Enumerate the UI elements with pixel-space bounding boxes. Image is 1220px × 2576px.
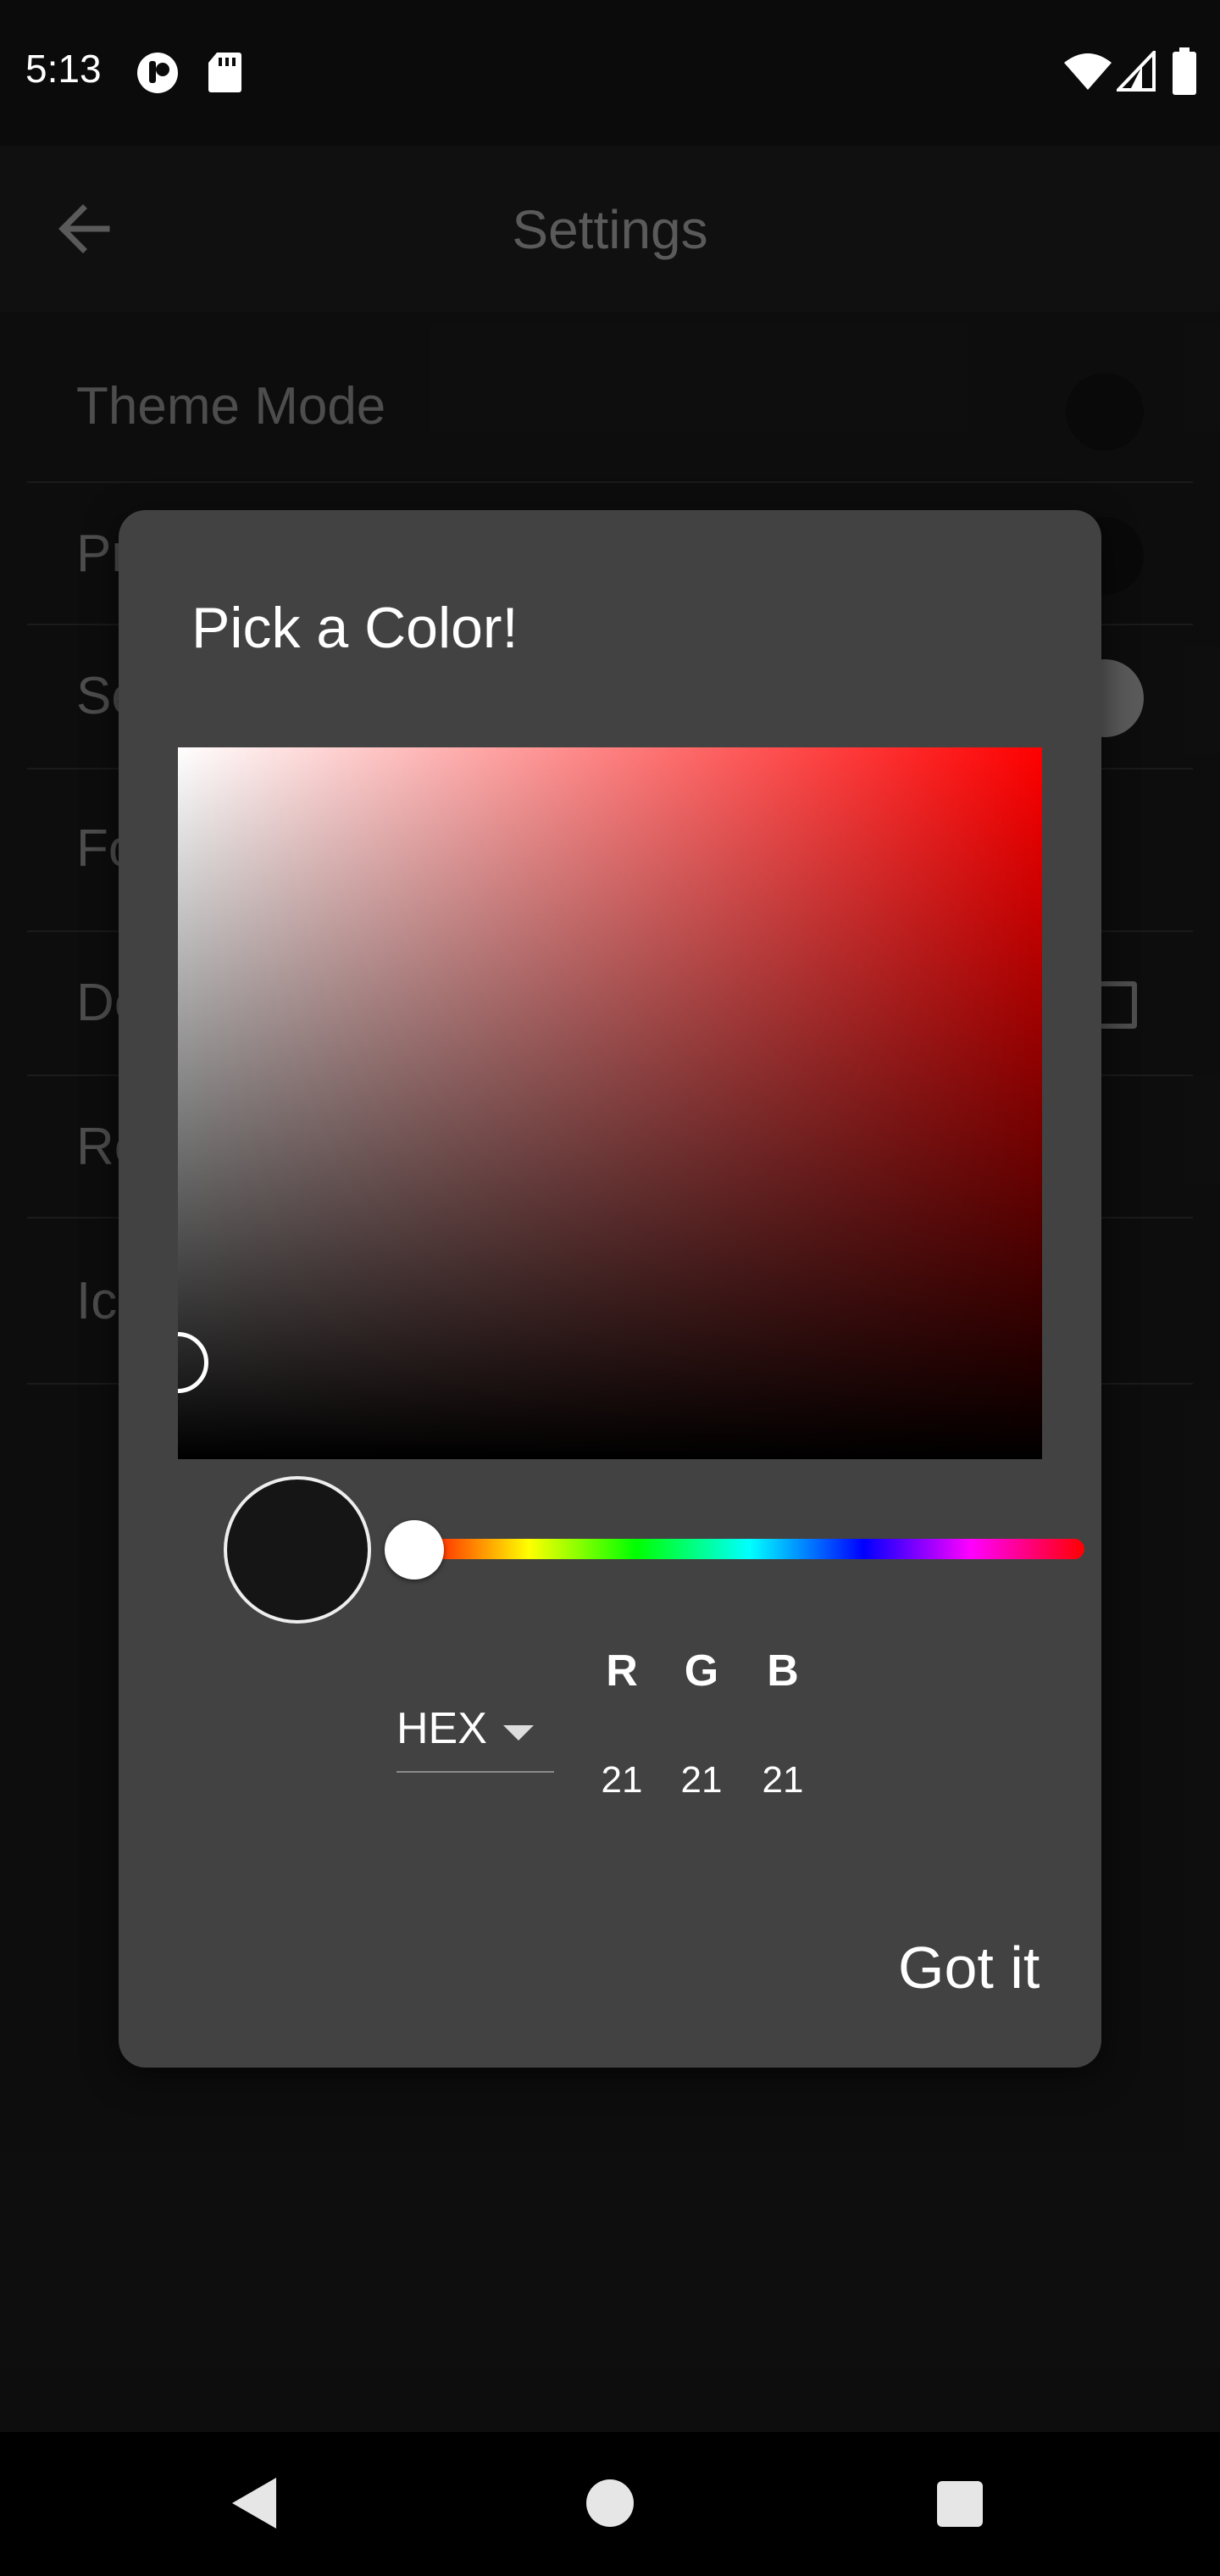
saturation-value-handle[interactable] xyxy=(178,1332,208,1393)
hue-slider-track[interactable] xyxy=(415,1539,1084,1559)
rgb-value-b[interactable]: 21 xyxy=(749,1759,817,1802)
color-mode-dropdown[interactable]: HEX xyxy=(396,1695,554,1773)
rgb-value-g[interactable]: 21 xyxy=(668,1759,735,1802)
wifi-icon xyxy=(1064,53,1112,90)
rgb-value-r[interactable]: 21 xyxy=(588,1759,656,1802)
rgb-label-g: G xyxy=(684,1646,719,1696)
notification-app-icon xyxy=(137,53,178,93)
color-picker-dialog: Pick a Color! HEX R G B 21 21 21 Got it xyxy=(119,510,1101,2068)
dropdown-caret-icon xyxy=(503,1725,534,1740)
status-bar: 5:13 xyxy=(0,0,1220,146)
nav-back-icon[interactable] xyxy=(232,2478,276,2529)
rgb-label-r: R xyxy=(606,1646,638,1696)
selected-color-swatch xyxy=(224,1476,371,1624)
nav-home-icon[interactable] xyxy=(586,2479,634,2527)
hue-slider-thumb[interactable] xyxy=(385,1520,444,1579)
saturation-value-area[interactable] xyxy=(178,747,1042,1459)
status-time: 5:13 xyxy=(25,47,102,91)
confirm-button[interactable]: Got it xyxy=(898,1934,1040,2001)
nav-recents-icon[interactable] xyxy=(937,2481,983,2527)
cell-signal-icon xyxy=(1117,51,1156,92)
battery-icon xyxy=(1173,47,1196,95)
dialog-title: Pick a Color! xyxy=(191,596,518,660)
sd-card-icon xyxy=(208,53,241,92)
color-mode-label: HEX xyxy=(396,1704,487,1753)
rgb-label-b: B xyxy=(767,1646,799,1696)
system-nav-bar xyxy=(0,2432,1220,2576)
